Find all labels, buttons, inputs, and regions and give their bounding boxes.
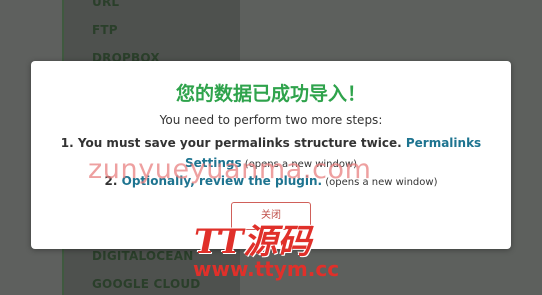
bg-menu-item-url: URL <box>92 0 120 9</box>
modal-title: 您的数据已成功导入！ <box>175 83 366 105</box>
bg-menu-item-google-cloud: GOOGLE CLOUD <box>92 277 201 291</box>
modal-intro: You need to perform two more steps: <box>159 113 383 127</box>
step-1-text: 1. You must save your permalinks structu… <box>60 136 406 150</box>
bg-menu-item-ftp: FTP <box>92 23 118 37</box>
watermark-brand: TT源码 <box>194 222 312 262</box>
watermark-pinyin-url: zunyueyuanma.com <box>88 154 372 185</box>
bg-menu-item-digitalocean: DIGITALOCEAN <box>92 249 194 263</box>
watermark-url: www.ttym.cc <box>193 257 340 281</box>
